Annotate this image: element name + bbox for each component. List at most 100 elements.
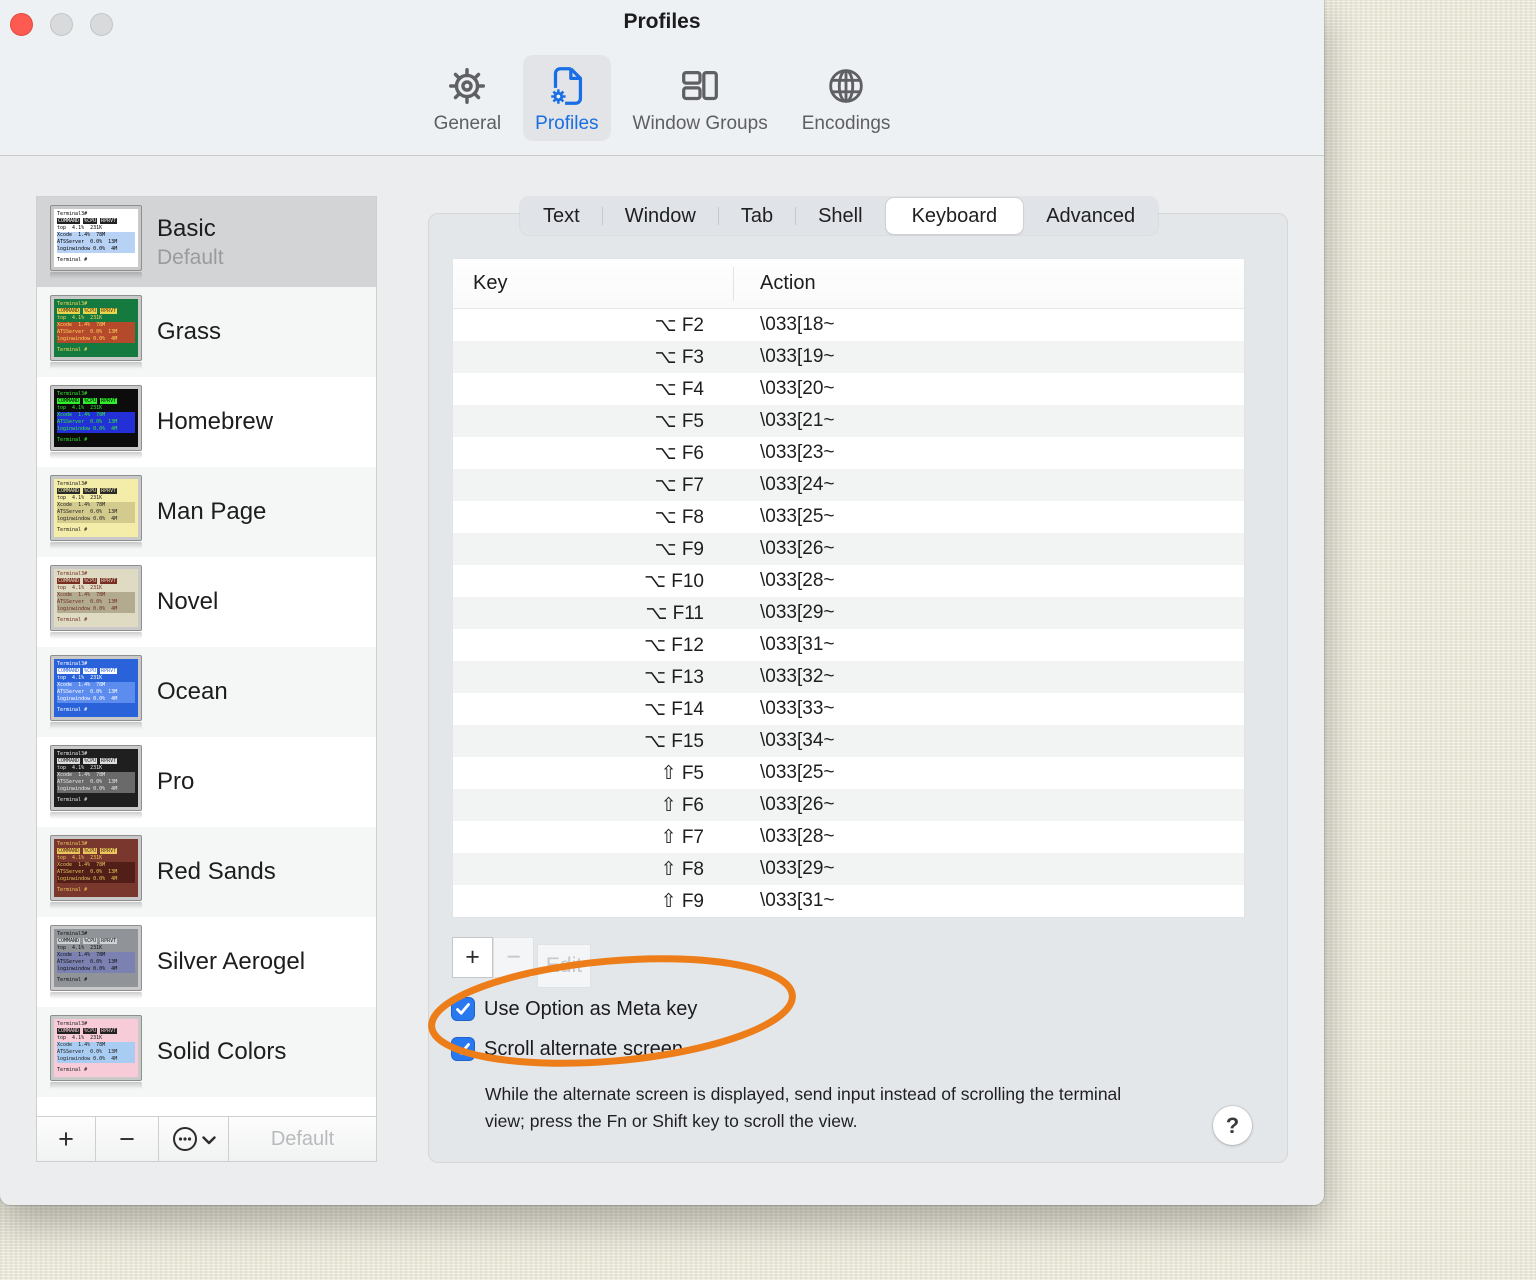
action-cell: \033[24~ [760,474,835,495]
terminal-thumbnail-screen: Terminal3# COMMAND %CPU RPRVT top 4.1% 231… [54,749,138,807]
tab-keyboard[interactable]: Keyboard [885,198,1024,234]
table-row[interactable]: ⌥ F9 \033[26~ [453,533,1244,565]
table-row[interactable]: ⌥ F15 \033[34~ [453,725,1244,757]
table-row[interactable]: ⇧ F7 \033[28~ [453,821,1244,853]
terminal-thumbnail-frame: Terminal3# COMMAND %CPU RPRVT top 4.1% 231… [50,925,142,991]
alternate-screen-help-text: While the alternate screen is displayed,… [485,1084,1122,1132]
thumbnail-reflection [50,812,142,819]
key-cell: ⇧ F7 [660,826,704,848]
thumb-line: ATSServer 0.0% 13M [57,869,135,876]
key-cell: ⌥ F4 [654,378,704,400]
profile-document-icon [544,63,590,109]
profile-row-grass[interactable]: Terminal3# COMMAND %CPU RPRVT top 4.1% 231… [37,287,376,377]
thumb-line: ATSServer 0.0% 13M [57,779,135,786]
tab-text[interactable]: Text [521,198,602,234]
checkbox-row-scroll-alternate-screen: Scroll alternate screen [451,1037,683,1061]
checkbox-checked[interactable] [451,1037,475,1061]
profile-row-homebrew[interactable]: Terminal3# COMMAND %CPU RPRVT top 4.1% 231… [37,377,376,467]
thumb-line: Terminal3# [57,301,88,307]
profile-row-solid-colors[interactable]: Terminal3# COMMAND %CPU RPRVT top 4.1% 231… [37,1007,376,1097]
tab-advanced[interactable]: Advanced [1024,198,1157,234]
table-row[interactable]: ⌥ F12 \033[31~ [453,629,1244,661]
profile-text: Solid Colors [157,1038,286,1066]
profile-name: Silver Aerogel [157,948,306,975]
table-row[interactable]: ⌥ F7 \033[24~ [453,469,1244,501]
key-cell: ⌥ F7 [654,474,704,496]
profile-actions-menu-button[interactable] [159,1117,229,1161]
profile-row-novel[interactable]: Terminal3# COMMAND %CPU RPRVT top 4.1% 231… [37,557,376,647]
profile-name: Man Page [157,498,267,525]
table-row[interactable]: ⇧ F8 \033[29~ [453,853,1244,885]
table-row[interactable]: ⌥ F5 \033[21~ [453,405,1244,437]
thumb-line: Xcode 1.4% 78M [57,322,135,329]
thumb-chip: %CPU [83,1028,98,1034]
toolbar-item-encodings[interactable]: Encodings [790,55,903,141]
tab-tab[interactable]: Tab [719,198,795,234]
action-cell: \033[34~ [760,730,835,751]
thumb-line: loginwindow 0.0% 4M [57,696,135,703]
profile-row-red-sands[interactable]: Terminal3# COMMAND %CPU RPRVT top 4.1% 231… [37,827,376,917]
thumb-chip: %CPU [83,398,98,404]
thumb-line: loginwindow 0.0% 4M [57,246,135,253]
key-column-header[interactable]: Key [453,266,734,301]
thumb-chip: COMMAND [57,578,81,584]
action-column-header[interactable]: Action [734,272,816,295]
binding-edit-buttons: + − Edit [452,937,591,988]
thumb-line: Terminal3# [57,481,88,487]
table-row[interactable]: ⌥ F14 \033[33~ [453,693,1244,725]
thumb-chip: COMMAND [57,218,81,224]
thumb-line: Terminal # [57,527,88,533]
thumb-line: Terminal # [57,617,88,623]
table-row[interactable]: ⌥ F4 \033[20~ [453,373,1244,405]
default-button[interactable]: Default [229,1117,376,1161]
thumb-line: Terminal # [57,437,88,443]
key-cell: ⌥ F14 [644,698,704,720]
gear-icon [444,63,490,109]
action-cell: \033[29~ [760,602,835,623]
window-title: Profiles [623,10,701,33]
profile-name: Pro [157,768,195,795]
profile-name: Novel [157,588,219,615]
tab-shell[interactable]: Shell [796,198,884,234]
toolbar-item-window-groups[interactable]: Window Groups [621,55,780,141]
table-row[interactable]: ⇧ F6 \033[26~ [453,789,1244,821]
profile-row-basic[interactable]: Terminal3# COMMAND %CPU RPRVT top 4.1% 231… [37,197,376,287]
remove-binding-button[interactable]: − [493,937,534,978]
edit-binding-button[interactable]: Edit [537,944,591,988]
tab-window[interactable]: Window [603,198,718,234]
terminal-thumbnail-screen: Terminal3# COMMAND %CPU RPRVT top 4.1% 231… [54,299,138,357]
remove-profile-button[interactable]: − [96,1117,159,1161]
thumb-line: ATSServer 0.0% 13M [57,1049,135,1056]
table-row[interactable]: ⌥ F6 \033[23~ [453,437,1244,469]
terminal-thumbnail-frame: Terminal3# COMMAND %CPU RPRVT top 4.1% 231… [50,475,142,541]
table-row[interactable]: ⌥ F3 \033[19~ [453,341,1244,373]
terminal-thumbnail-frame: Terminal3# COMMAND %CPU RPRVT top 4.1% 231… [50,205,142,271]
profile-row-silver-aerogel[interactable]: Terminal3# COMMAND %CPU RPRVT top 4.1% 231… [37,917,376,1007]
action-cell: \033[29~ [760,858,835,879]
table-row[interactable]: ⇧ F5 \033[25~ [453,757,1244,789]
table-row[interactable]: ⌥ F11 \033[29~ [453,597,1244,629]
toolbar-item-general[interactable]: General [422,55,514,141]
profile-row-pro[interactable]: Terminal3# COMMAND %CPU RPRVT top 4.1% 231… [37,737,376,827]
profile-row-ocean[interactable]: Terminal3# COMMAND %CPU RPRVT top 4.1% 231… [37,647,376,737]
table-row[interactable]: ⌥ F8 \033[25~ [453,501,1244,533]
checkbox-checked[interactable] [451,997,475,1021]
table-row[interactable]: ⇧ F9 \033[31~ [453,885,1244,917]
table-row[interactable]: ⌥ F2 \033[18~ [453,309,1244,341]
toolbar-item-label: Profiles [535,113,599,134]
thumb-line: COMMAND %CPU RPRVT [57,848,135,855]
toolbar-item-profiles[interactable]: Profiles [523,55,611,141]
table-row[interactable]: ⌥ F13 \033[32~ [453,661,1244,693]
add-profile-button[interactable]: + [37,1117,96,1161]
thumb-line: Terminal3# [57,931,88,937]
table-row[interactable]: ⌥ F10 \033[28~ [453,565,1244,597]
help-button[interactable]: ? [1213,1106,1252,1145]
profile-text: Homebrew [157,408,273,436]
key-cell: ⌥ F13 [644,666,704,688]
add-binding-button[interactable]: + [452,937,493,978]
profile-row-man-page[interactable]: Terminal3# COMMAND %CPU RPRVT top 4.1% 231… [37,467,376,557]
action-cell: \033[25~ [760,762,835,783]
thumb-chip: COMMAND [57,398,81,404]
thumb-line: Terminal3# [57,751,88,757]
thumb-line: loginwindow 0.0% 4M [57,1056,135,1063]
